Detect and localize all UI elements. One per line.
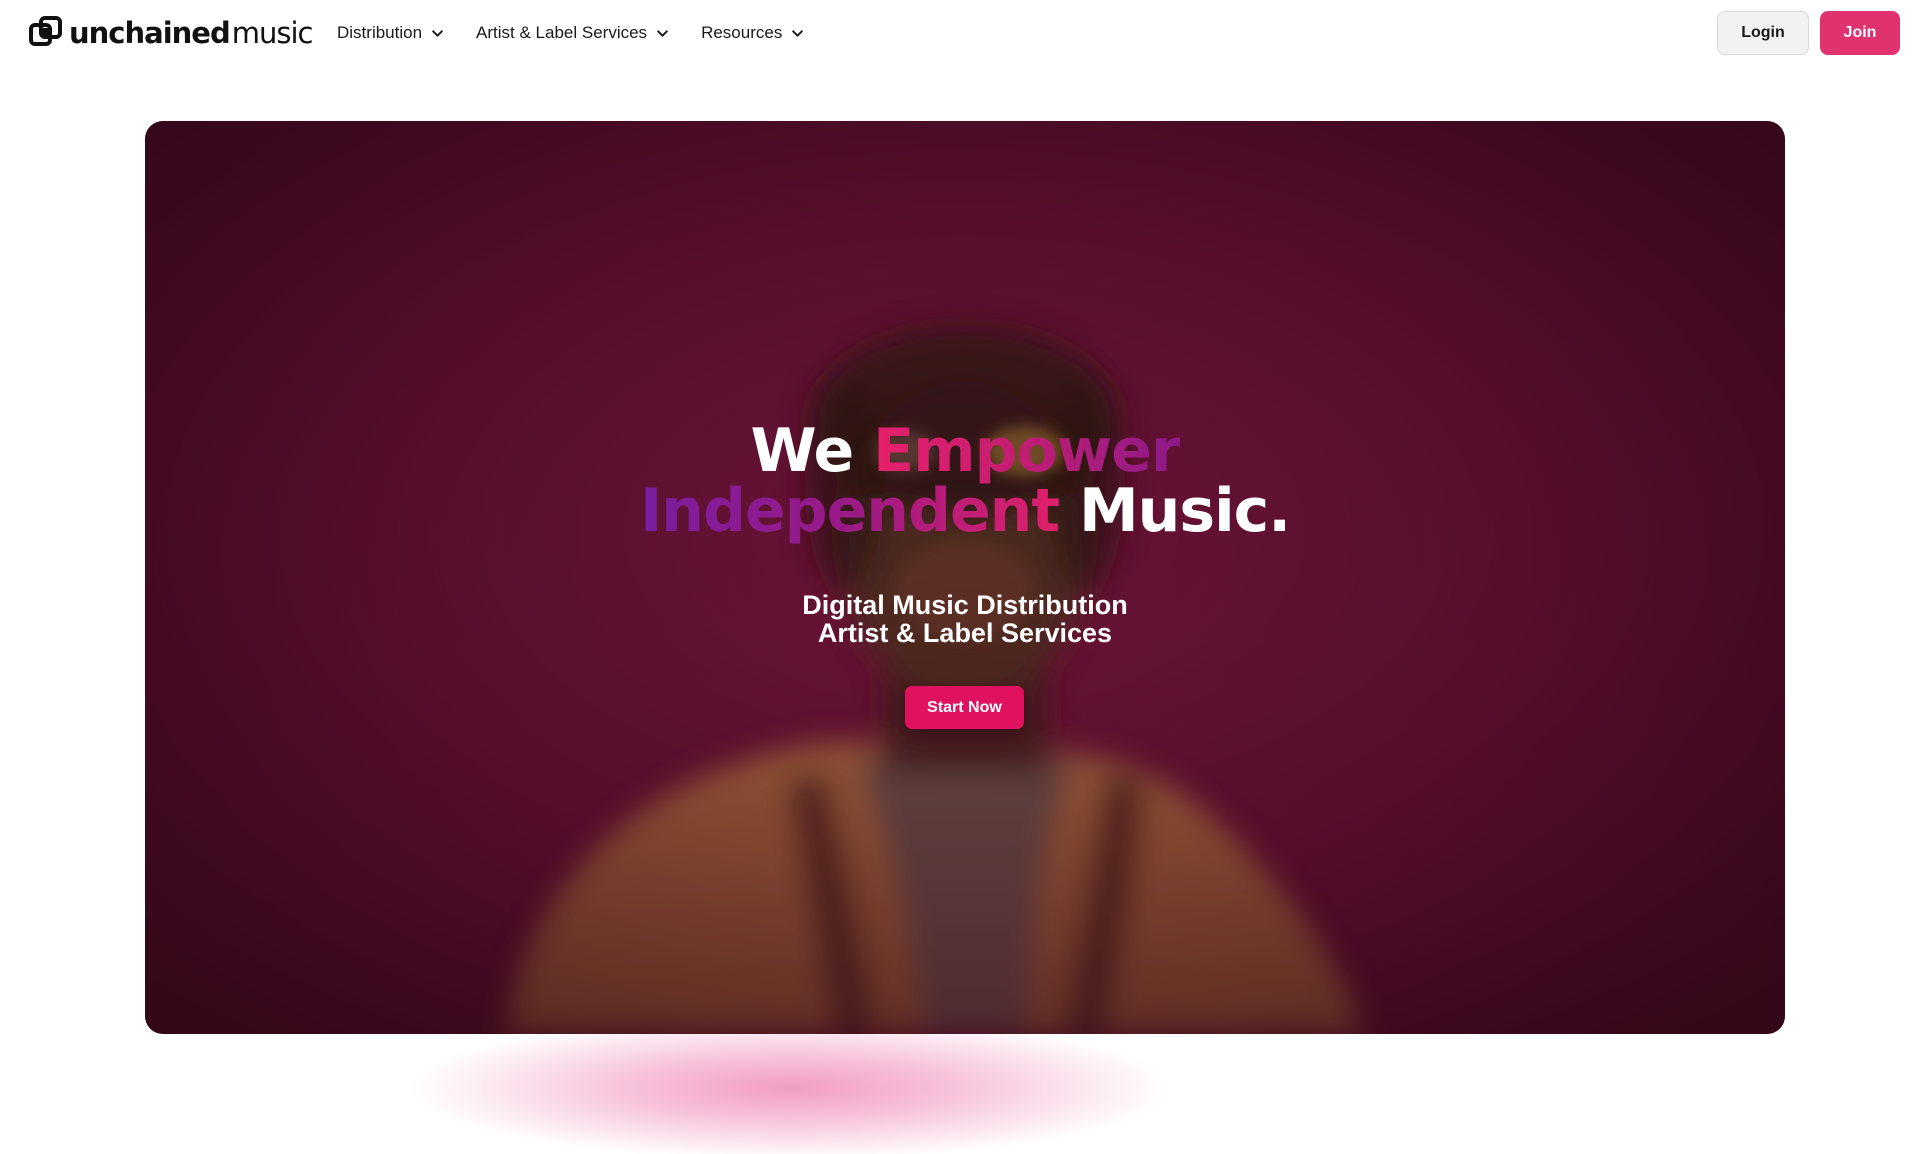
hero-banner: We Empower Independent Music. Digital Mu… [145, 121, 1785, 1034]
brand-wordmark: unchained music [69, 15, 314, 50]
hero-subheadline: Digital Music Distribution Artist & Labe… [145, 591, 1785, 647]
unchained-logo-icon [29, 16, 62, 46]
hero-content: We Empower Independent Music. Digital Mu… [145, 121, 1785, 1034]
chevron-down-icon [432, 29, 443, 37]
brand-name-bold: unchained [69, 15, 231, 50]
nav-item-artist-label-services[interactable]: Artist & Label Services [476, 23, 669, 43]
brand-name-light: music [231, 15, 314, 50]
join-button[interactable]: Join [1820, 11, 1900, 55]
hero-headline: We Empower Independent Music. [145, 421, 1785, 541]
subheadline-line-2: Artist & Label Services [817, 618, 1113, 648]
chevron-down-icon [657, 29, 668, 37]
site-header: unchained music Distribution Artist & Lab… [0, 0, 1920, 66]
login-button[interactable]: Login [1717, 11, 1809, 55]
pink-glow-decoration [410, 1034, 1170, 1154]
nav-item-distribution[interactable]: Distribution [337, 23, 444, 43]
chevron-down-icon [792, 29, 804, 37]
nav-item-resources[interactable]: Resources [701, 23, 804, 43]
subheadline-line-1: Digital Music Distribution [802, 590, 1128, 620]
nav-item-label: Resources [701, 23, 783, 42]
headline-word-independent: Independent [639, 476, 1060, 546]
nav-item-label: Distribution [337, 23, 423, 42]
nav-item-label: Artist & Label Services [476, 23, 648, 42]
main-nav: Distribution Artist & Label Services Res… [337, 20, 836, 46]
headline-word-music: Music. [1059, 476, 1291, 546]
start-now-button[interactable]: Start Now [905, 686, 1024, 729]
brand-logo[interactable]: unchained music [29, 15, 314, 51]
